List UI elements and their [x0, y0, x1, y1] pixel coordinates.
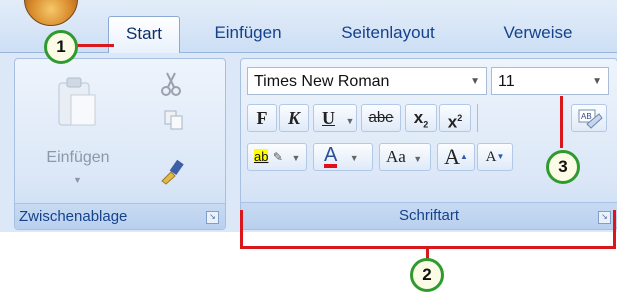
toolbar-separator	[477, 104, 478, 132]
font-label-text: Schriftart	[398, 207, 459, 224]
highlight-dropdown-icon[interactable]: ▼	[291, 153, 300, 163]
underline-label: U	[322, 108, 335, 128]
callout-1-line	[76, 44, 114, 47]
paste-dropdown-icon: ▼	[73, 175, 82, 185]
scissors-icon[interactable]	[160, 71, 182, 97]
superscript-mark: 2	[457, 113, 463, 123]
office-button[interactable]	[24, 0, 78, 26]
callout-1: 1	[44, 30, 78, 64]
shrink-font-label: A	[485, 149, 497, 165]
clipboard-label-text: Zwischenablage	[19, 208, 128, 225]
copy-icon[interactable]	[163, 109, 185, 131]
shrink-arrow-icon: ▼	[496, 152, 505, 161]
font-size-dropdown-icon[interactable]: ▼	[592, 68, 602, 96]
italic-button[interactable]: K	[279, 104, 309, 132]
grow-font-button[interactable]: A▲	[437, 143, 475, 171]
font-dialog-launcher-icon[interactable]: ↘	[598, 211, 611, 224]
clear-formatting-text: AB	[581, 112, 592, 121]
clipboard-dialog-launcher-icon[interactable]: ↘	[206, 211, 219, 224]
change-case-dropdown-icon[interactable]: ▼	[413, 154, 422, 164]
change-case-button[interactable]: Aa ▼	[379, 143, 431, 171]
superscript-button[interactable]: x2	[439, 104, 471, 132]
callout-3: 3	[546, 150, 580, 184]
callout-3-line	[560, 96, 563, 148]
grow-arrow-icon: ▲	[459, 152, 468, 161]
strikethrough-button[interactable]: abe	[361, 104, 401, 132]
highlight-pen-icon: ✎	[272, 150, 283, 164]
font-size-value: 11	[498, 73, 515, 90]
subscript-label: x	[413, 108, 424, 127]
font-name-value: Times New Roman	[254, 73, 390, 90]
font-name-dropdown-icon[interactable]: ▼	[470, 68, 480, 96]
font-name-combo[interactable]: Times New Roman ▼	[247, 67, 487, 95]
clear-formatting-icon: AB	[578, 109, 603, 129]
paste-label: Einfügen	[46, 149, 110, 166]
shrink-font-button[interactable]: A▼	[477, 143, 513, 171]
brush-icon[interactable]	[159, 159, 187, 185]
tab-start[interactable]: Start	[108, 16, 180, 53]
clear-formatting-button[interactable]: AB	[571, 104, 607, 132]
underline-button[interactable]: U ▼	[313, 104, 357, 132]
highlight-button[interactable]: ab ✎ ▼	[247, 143, 307, 171]
bracket-left	[240, 210, 243, 248]
clipboard-group-label: Zwischenablage	[15, 203, 225, 229]
clipboard-group: Einfügen ▼ Zwischenablage ↘	[14, 58, 226, 230]
grow-font-label: A	[444, 144, 460, 169]
bracket-right	[613, 210, 616, 248]
underline-dropdown-icon[interactable]: ▼	[345, 116, 354, 126]
font-color-button[interactable]: A ▼	[313, 143, 373, 171]
subscript-button[interactable]: x2	[405, 104, 437, 132]
change-case-label: Aa	[386, 147, 406, 166]
font-size-combo[interactable]: 11 ▼	[491, 67, 609, 95]
tab-seitenlayout[interactable]: Seitenlayout	[318, 16, 458, 52]
font-color-dropdown-icon[interactable]: ▼	[350, 153, 359, 163]
tab-verweise[interactable]: Verweise	[478, 16, 598, 52]
callout-2: 2	[410, 258, 444, 292]
bold-button[interactable]: F	[247, 104, 277, 132]
font-group-label: Schriftart	[241, 202, 617, 229]
font-color-label: A	[324, 144, 338, 168]
highlight-text: ab	[254, 149, 269, 164]
paste-button[interactable]: Einfügen ▼	[37, 67, 119, 193]
clipboard-icon	[58, 77, 96, 126]
tab-einfuegen[interactable]: Einfügen	[195, 16, 301, 52]
subscript-mark: 2	[423, 119, 429, 130]
superscript-label: x	[447, 112, 458, 132]
